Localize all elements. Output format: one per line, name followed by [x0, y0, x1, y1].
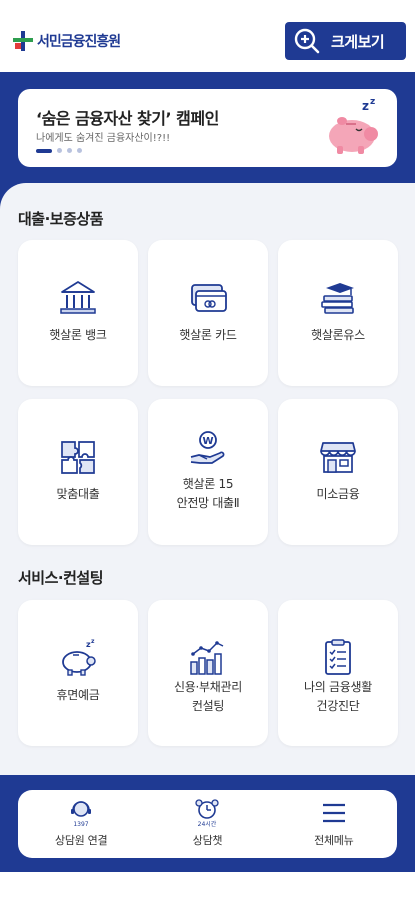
- section-title-services: 서비스·컨설팅: [18, 569, 104, 587]
- nav-counselor-call[interactable]: 1397 상담원 연결: [18, 790, 144, 858]
- card-sunshine-card[interactable]: 햇살론 카드: [148, 240, 268, 386]
- card-sunshine-youth[interactable]: 햇살론유스: [278, 240, 398, 386]
- card-label: 신용·부채관리 컨설팅: [174, 680, 242, 713]
- card-custom-loan[interactable]: 맞춤대출: [18, 399, 138, 545]
- card-safety-net-loan[interactable]: W 햇살론 15 안전망 대출Ⅱ: [148, 399, 268, 545]
- nav-label: 전체메뉴: [314, 834, 354, 847]
- alarm-clock-icon: 24시간: [195, 799, 220, 828]
- banner-subtitle: 나에게도 숨겨진 금융자산이!?!!: [36, 133, 171, 144]
- card-sunshine-bank[interactable]: 햇살론 뱅크: [18, 240, 138, 386]
- card-financial-checkup[interactable]: 나의 금융생활 건강진단: [278, 600, 398, 746]
- section-title-loans: 대출·보증상품: [18, 210, 104, 228]
- pager-dot-active[interactable]: [36, 148, 52, 153]
- zoom-button[interactable]: 크게보기: [285, 22, 406, 60]
- card-smile-finance[interactable]: 미소금융: [278, 399, 398, 545]
- storefront-icon: [320, 442, 356, 473]
- app-header: 서민금융진흥원 크게보기: [0, 0, 415, 72]
- sleeping-piggy-icon: z z: [62, 638, 96, 676]
- nav-badge: 24시간: [198, 820, 217, 828]
- card-label: 햇살론 15 안전망 대출Ⅱ: [176, 477, 240, 510]
- bank-icon: [60, 281, 96, 314]
- credit-card-icon: [191, 284, 227, 312]
- card-label: 미소금융: [316, 487, 360, 501]
- svg-text:z: z: [362, 99, 369, 113]
- hamburger-menu-icon: [322, 803, 345, 823]
- card-label: 햇살론유스: [311, 328, 365, 342]
- piggy-bank-icon: z z: [329, 97, 378, 154]
- card-label: 맞춤대출: [56, 487, 100, 501]
- card-label: 나의 금융생활 건강진단: [304, 680, 372, 713]
- puzzle-icon: [61, 441, 95, 474]
- nav-label: 상담챗: [192, 834, 223, 847]
- nav-full-menu[interactable]: 전체메뉴: [271, 790, 397, 858]
- pager-dot[interactable]: [57, 148, 62, 153]
- card-label: 햇살론 뱅크: [49, 328, 107, 342]
- svg-text:z: z: [370, 97, 375, 107]
- banner-pager: [36, 148, 82, 153]
- logo[interactable]: 서민금융진흥원: [12, 28, 121, 54]
- nav-badge: 1397: [74, 821, 89, 828]
- logo-text: 서민금융진흥원: [37, 34, 121, 50]
- bottom-navigation: 1397 상담원 연결 24시간 상담챗 전체메뉴: [18, 790, 397, 858]
- svg-text:W: W: [202, 436, 213, 447]
- card-dormant-deposit[interactable]: z z 휴면예금: [18, 600, 138, 746]
- nav-label: 상담원 연결: [55, 834, 108, 847]
- bar-chart-icon: [190, 641, 224, 675]
- zoom-button-label: 크게보기: [331, 32, 385, 51]
- card-label: 햇살론 카드: [179, 328, 237, 342]
- zoom-in-icon: [294, 28, 320, 54]
- pager-dot[interactable]: [77, 148, 82, 153]
- card-credit-consulting[interactable]: 신용·부채관리 컨설팅: [148, 600, 268, 746]
- checklist-icon: [325, 639, 351, 675]
- banner-title: ‘숨은 금융자산 찾기’ 캠페인: [36, 109, 219, 128]
- bottom-spacer: [0, 872, 415, 900]
- logo-mark-icon: [13, 31, 33, 51]
- nav-chat-consult[interactable]: 24시간 상담챗: [144, 790, 270, 858]
- hand-coin-icon: W: [190, 431, 225, 464]
- svg-text:z: z: [91, 638, 95, 645]
- graduation-books-icon: [321, 283, 354, 314]
- pager-dot[interactable]: [67, 148, 72, 153]
- card-label: 휴면예금: [56, 688, 100, 702]
- headset-icon: 1397: [71, 801, 92, 828]
